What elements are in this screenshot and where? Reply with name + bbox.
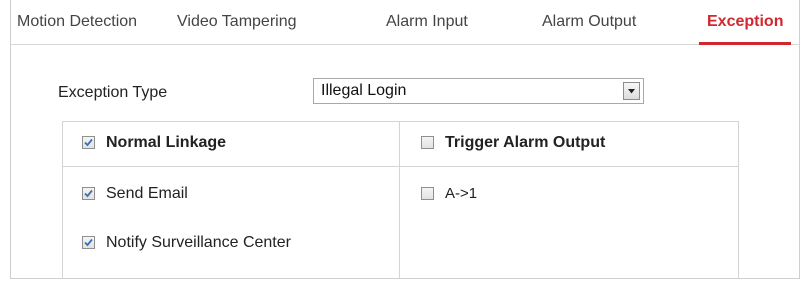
tab-video-tampering[interactable]: Video Tampering <box>177 0 297 44</box>
exception-type-select[interactable]: Illegal Login <box>313 78 644 104</box>
send-email-checkbox[interactable] <box>82 187 95 200</box>
column-divider <box>399 122 400 279</box>
alarm-output-a1-checkbox[interactable] <box>421 187 434 200</box>
normal-linkage-checkbox[interactable] <box>82 136 95 149</box>
tab-alarm-input[interactable]: Alarm Input <box>386 0 468 44</box>
notify-surveillance-center-label: Notify Surveillance Center <box>106 234 291 251</box>
notify-surveillance-center-checkbox[interactable] <box>82 236 95 249</box>
tab-bar: Motion Detection Video Tampering Alarm I… <box>11 0 799 45</box>
tab-alarm-output[interactable]: Alarm Output <box>542 0 636 44</box>
tab-exception[interactable]: Exception <box>698 0 792 45</box>
exception-settings-panel: Motion Detection Video Tampering Alarm I… <box>10 0 800 279</box>
exception-type-label: Exception Type <box>58 84 168 101</box>
tab-motion-detection[interactable]: Motion Detection <box>17 0 137 44</box>
trigger-alarm-output-label: Trigger Alarm Output <box>445 134 606 151</box>
trigger-alarm-output-checkbox[interactable] <box>421 136 434 149</box>
send-email-label: Send Email <box>106 185 188 202</box>
normal-linkage-label: Normal Linkage <box>106 134 227 151</box>
chevron-down-icon[interactable] <box>623 82 640 100</box>
alarm-output-a1-label: A->1 <box>445 185 478 202</box>
exception-type-value: Illegal Login <box>321 82 407 99</box>
header-divider <box>63 166 738 167</box>
linkage-table: Normal Linkage Send Email Notify Surveil… <box>62 121 739 279</box>
